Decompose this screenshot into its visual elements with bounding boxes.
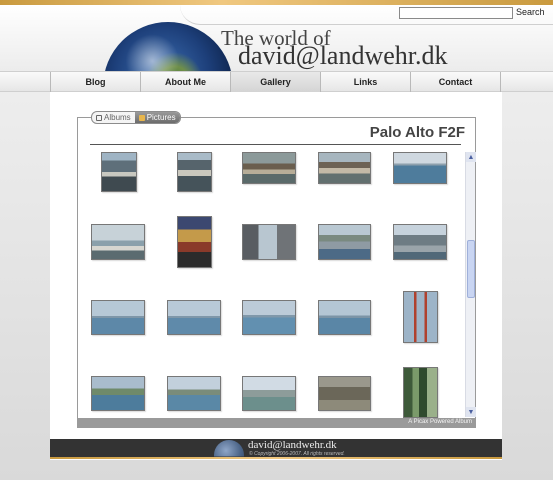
nav-item-about-me[interactable]: About Me [140, 72, 230, 92]
nav-divider [500, 72, 501, 92]
photo-thumbnail[interactable] [177, 216, 212, 268]
nav-item-links[interactable]: Links [320, 72, 410, 92]
photo-thumbnail[interactable] [242, 376, 296, 411]
scroll-down-icon[interactable]: ▼ [466, 407, 476, 417]
gallery-scrollbar[interactable]: ▲ ▼ [465, 152, 476, 417]
photo-thumbnail[interactable] [91, 376, 145, 411]
photo-thumbnail[interactable] [393, 224, 447, 260]
photo-thumbnail[interactable] [167, 376, 221, 411]
photo-thumbnail[interactable] [91, 300, 145, 335]
footer-globe-icon [214, 440, 244, 457]
folder-icon [96, 114, 102, 121]
tab-pictures-label: Pictures [146, 113, 176, 122]
gallery-tabs: Albums Pictures [91, 111, 181, 124]
search-input[interactable] [399, 7, 513, 19]
album-title: Palo Alto F2F [369, 124, 465, 141]
photo-thumbnail[interactable] [318, 224, 371, 260]
photo-thumbnail[interactable] [101, 152, 137, 192]
photo-thumbnail[interactable] [242, 152, 296, 184]
site-title-line2: david@landwehr.dk [238, 41, 448, 70]
title-divider [90, 144, 461, 145]
photo-thumbnail[interactable] [403, 367, 438, 418]
tab-albums-label: Albums [104, 113, 131, 122]
photo-thumbnail[interactable] [318, 376, 371, 411]
photo-thumbnail[interactable] [318, 152, 371, 184]
main-nav: Blog About Me Gallery Links Contact [0, 71, 553, 92]
footer-site-name: david@landwehr.dk [248, 439, 337, 451]
footer-accent-bar [50, 457, 502, 459]
photo-thumbnail[interactable] [167, 300, 221, 335]
scroll-thumb[interactable] [467, 240, 475, 298]
gallery-credit: A Picax Powered Album [78, 418, 475, 427]
scroll-up-icon[interactable]: ▲ [466, 152, 476, 162]
nav-item-gallery[interactable]: Gallery [230, 72, 320, 92]
photo-thumbnail[interactable] [91, 224, 145, 260]
search-button[interactable]: Search [516, 7, 545, 17]
photo-thumbnail[interactable] [242, 224, 296, 260]
photo-thumbnail[interactable] [393, 152, 447, 184]
photo-thumbnail[interactable] [177, 152, 212, 192]
tab-pictures[interactable]: Pictures [134, 112, 180, 123]
nav-item-blog[interactable]: Blog [50, 72, 140, 92]
photo-thumbnail[interactable] [242, 300, 296, 335]
photo-thumbnail[interactable] [318, 300, 371, 335]
picture-icon [138, 114, 145, 121]
tab-albums[interactable]: Albums [92, 112, 135, 123]
photo-thumbnail[interactable] [403, 291, 438, 343]
nav-item-contact[interactable]: Contact [410, 72, 500, 92]
